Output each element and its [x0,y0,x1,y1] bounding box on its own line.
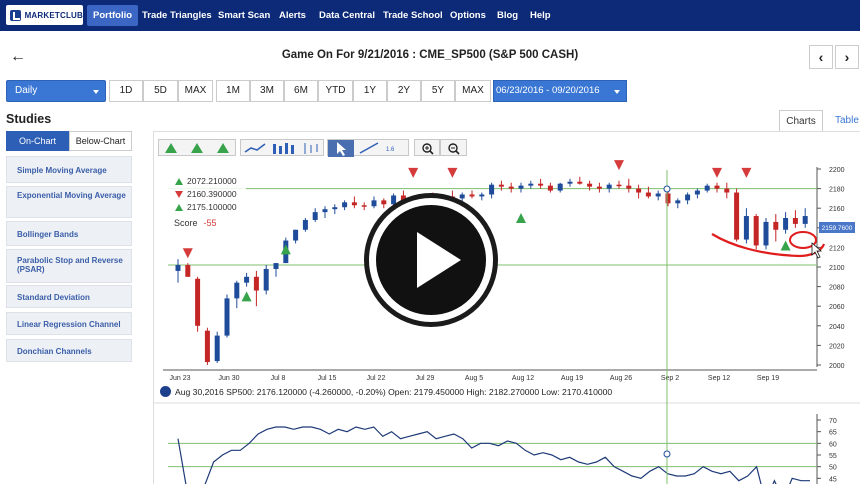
down-triangle-icon [175,191,183,198]
range-ytd-button[interactable]: YTD [318,80,353,102]
drawing-tools-icon: 1.6 [328,140,395,157]
nav-options[interactable]: Options [444,5,492,26]
play-button-disc [376,205,486,315]
nav-trade-school[interactable]: Trade School [377,5,449,26]
chart-panel [153,131,860,484]
up-triangle-icon [175,204,183,211]
date-range-value: 06/23/2016 - 09/20/2016 [496,85,600,96]
study-bollinger-bands[interactable]: Bollinger Bands [6,221,132,246]
next-button[interactable]: › [835,45,859,69]
study-linear-regression-channel[interactable]: Linear Regression Channel [6,312,132,335]
range-2y-button[interactable]: 2Y [387,80,421,102]
legend-row-2: 2160.390000 [175,189,237,199]
marketclub-logo[interactable]: MARKETCLUB [6,5,83,25]
legend-value-1: 2072.210000 [187,176,237,186]
ohlc-info-text: Aug 30,2016 SP500: 2176.120000 (-4.26000… [175,387,613,397]
up-triangle-icon [175,178,183,185]
nav-smart-scan[interactable]: Smart Scan [212,5,276,26]
legend-row-3: 2175.100000 [175,202,237,212]
date-range-picker[interactable]: 06/23/2016 - 09/20/2016 [493,80,627,102]
zoom-out-icon [448,143,460,155]
nav-alerts[interactable]: Alerts [273,5,312,26]
tab-charts[interactable]: Charts [779,110,823,132]
nav-trade-triangles[interactable]: Trade Triangles [136,5,218,26]
nav-help[interactable]: Help [524,5,557,26]
range-1y-button[interactable]: 1Y [353,80,387,102]
trade-triangle-filter-group[interactable] [158,139,236,156]
score-row: Score -55 [174,218,217,228]
legend-row-1: 2072.210000 [175,176,237,186]
zoom-out-button[interactable] [440,139,467,156]
study-donchian-channels[interactable]: Donchian Channels [6,339,132,362]
zoom-in-button[interactable] [414,139,440,156]
interval-select[interactable]: Daily [6,80,106,102]
tab-table[interactable]: Table [826,110,860,132]
range-max-intraday-button[interactable]: MAX [178,80,213,102]
play-icon [417,232,461,288]
ohlc-info-line: Aug 30,2016 SP500: 2176.120000 (-4.26000… [160,386,612,397]
study-psar[interactable]: Parabolic Stop and Reverse (PSAR) [6,249,132,283]
title-row: ← Game On For 9/21/2016 : CME_SP500 (S&P… [0,40,860,74]
video-play-button[interactable] [364,193,498,327]
range-max-button[interactable]: MAX [455,80,491,102]
triangle-filters-icon [165,143,229,153]
nav-portfolio[interactable]: Portfolio [87,5,139,26]
score-label: Score [174,218,198,228]
legend-value-3: 2175.100000 [187,202,237,212]
chart-type-group[interactable] [240,139,324,156]
nav-data-central[interactable]: Data Central [313,5,381,26]
drawing-tools-group[interactable]: 1.6 [327,139,409,157]
wave-icon [160,386,171,397]
study-standard-deviation[interactable]: Standard Deviation [6,285,132,308]
chevron-down-icon [614,90,620,94]
range-1m-button[interactable]: 1M [216,80,250,102]
interval-value: Daily [15,85,38,96]
signal-legend: 2072.210000 2160.390000 2175.100000 Scor… [167,172,246,232]
top-nav: MARKETCLUB Portfolio Trade Triangles Sma… [0,0,860,31]
study-exponential-moving-average[interactable]: Exponential Moving Average [6,186,132,218]
studies-heading: Studies [6,112,52,126]
nav-blog[interactable]: Blog [491,5,524,26]
range-1d-button[interactable]: 1D [109,80,143,102]
legend-value-2: 2160.390000 [187,189,237,199]
tab-on-chart[interactable]: On-Chart [6,131,69,151]
prev-button[interactable]: ‹ [809,45,833,69]
range-3m-button[interactable]: 3M [250,80,284,102]
range-5y-button[interactable]: 5Y [421,80,455,102]
logo-text: MARKETCLUB [24,10,83,20]
chevron-down-icon [93,90,99,94]
zoom-in-icon [422,143,434,155]
page-title: Game On For 9/21/2016 : CME_SP500 (S&P 5… [281,49,579,61]
range-5d-button[interactable]: 5D [143,80,178,102]
range-6m-button[interactable]: 6M [284,80,318,102]
study-simple-moving-average[interactable]: Simple Moving Average [6,156,132,183]
chart-type-icon [244,143,318,154]
score-value: -55 [203,218,217,228]
logo-icon [10,9,21,21]
svg-text:1.6: 1.6 [386,147,395,153]
tab-below-chart[interactable]: Below-Chart [69,131,132,151]
